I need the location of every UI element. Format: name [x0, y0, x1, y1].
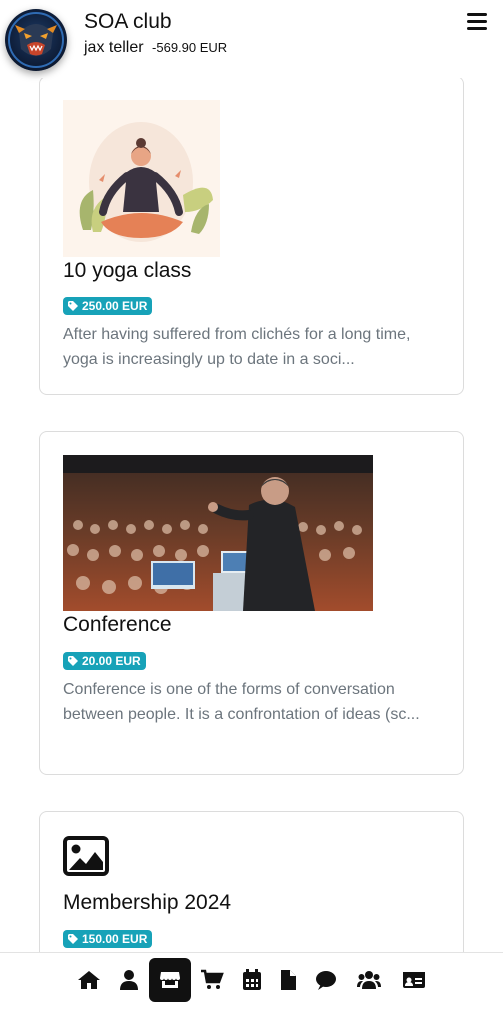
- app-header: SOA club jax teller -569.90 EUR: [0, 0, 503, 78]
- user-icon: [120, 970, 138, 990]
- cart-icon: [201, 969, 224, 989]
- shop-icon: [160, 972, 180, 988]
- price-label: 20.00 EUR: [82, 654, 141, 668]
- price-label: 250.00 EUR: [82, 299, 148, 313]
- bottom-navigation: [0, 952, 503, 1024]
- yoga-illustration: [63, 100, 220, 257]
- chat-icon: [316, 971, 336, 990]
- product-description: After having suffered from clichés for a…: [63, 326, 411, 368]
- user-info: jax teller -569.90 EUR: [84, 39, 227, 57]
- price-badge: 20.00 EUR: [63, 652, 146, 670]
- nav-messages[interactable]: [307, 958, 345, 1002]
- price-badge: 150.00 EUR: [63, 930, 153, 948]
- id-card-icon: [403, 972, 425, 988]
- hamburger-menu-icon[interactable]: [467, 13, 487, 31]
- nav-shop[interactable]: [149, 958, 191, 1002]
- calendar-icon: [243, 969, 261, 990]
- user-name: jax teller: [84, 39, 144, 56]
- nav-members[interactable]: [350, 958, 388, 1002]
- product-title: Conference: [63, 613, 172, 636]
- nav-profile[interactable]: [110, 958, 148, 1002]
- user-balance: -569.90 EUR: [152, 40, 228, 55]
- product-title: Membership 2024: [63, 891, 232, 914]
- tag-icon: [68, 934, 78, 944]
- tag-icon: [68, 301, 78, 311]
- price-badge: 250.00 EUR: [63, 297, 153, 315]
- nav-documents[interactable]: [269, 958, 307, 1002]
- image-placeholder-icon: [63, 836, 109, 876]
- club-name: SOA club: [84, 10, 172, 33]
- nav-home[interactable]: [70, 958, 108, 1002]
- tag-icon: [68, 656, 78, 666]
- product-title: 10 yoga class: [63, 259, 192, 282]
- club-logo[interactable]: [5, 9, 67, 71]
- nav-calendar[interactable]: [233, 958, 271, 1002]
- product-card[interactable]: 10 yoga class 250.00 EUR After having su…: [39, 76, 464, 395]
- nav-cart[interactable]: [193, 958, 231, 1002]
- conference-photo: [63, 455, 373, 611]
- price-label: 150.00 EUR: [82, 932, 148, 946]
- home-icon: [78, 971, 100, 989]
- group-icon: [357, 971, 381, 989]
- nav-membership-card[interactable]: [395, 958, 433, 1002]
- product-description: Conference is one of the forms of conver…: [63, 681, 420, 723]
- product-card[interactable]: Conference 20.00 EUR Conference is one o…: [39, 431, 464, 775]
- document-icon: [281, 970, 296, 990]
